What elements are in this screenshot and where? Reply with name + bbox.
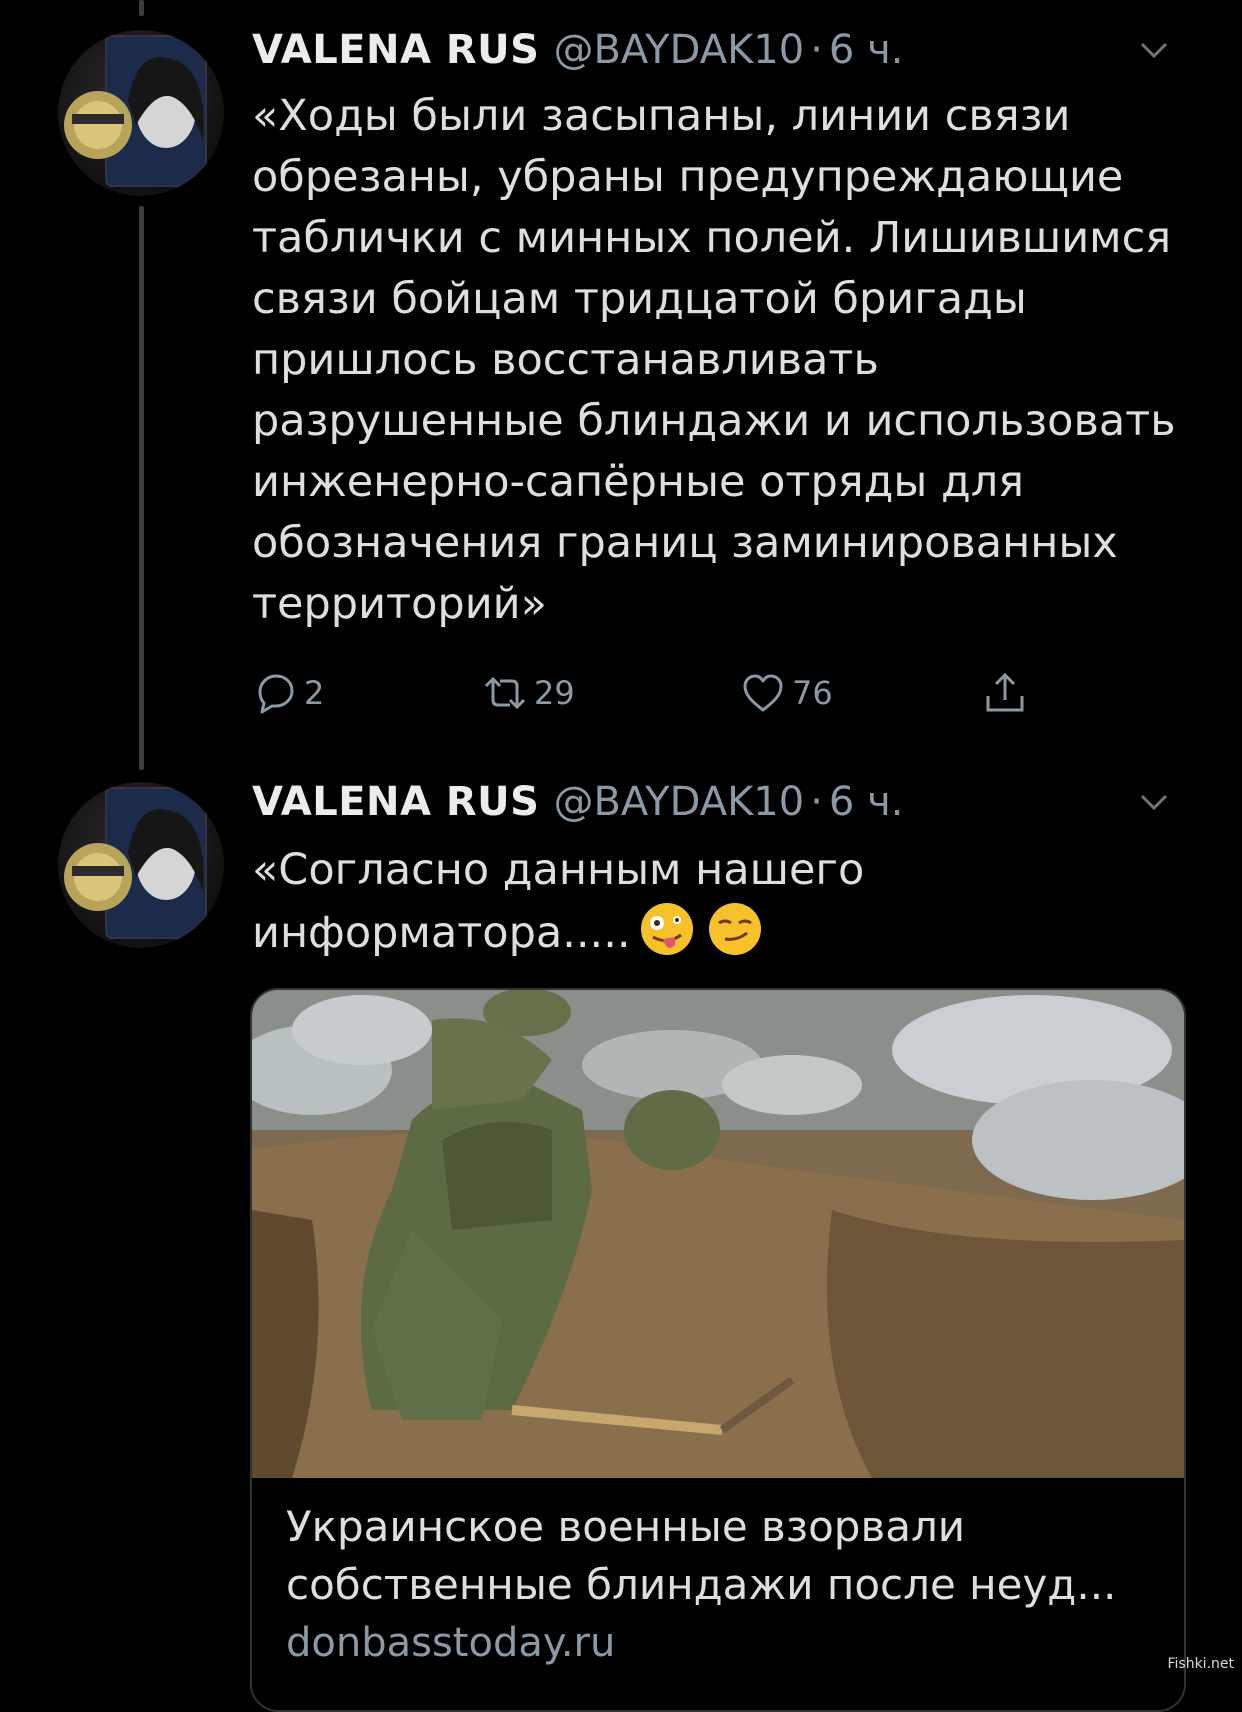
- retweet-button[interactable]: 29: [482, 666, 575, 720]
- separator: ·: [810, 27, 823, 73]
- tweet-header: VALENA RUS @BAYDAK10 · 6 ч.: [252, 772, 903, 832]
- tweet-text: «Согласно данным нашего информатора.....: [252, 840, 1192, 964]
- display-name[interactable]: VALENA RUS: [252, 27, 539, 73]
- user-handle[interactable]: @BAYDAK10: [553, 779, 804, 825]
- tweet-header: VALENA RUS @BAYDAK10 · 6 ч.: [252, 20, 903, 80]
- tweet-text: «Ходы были засыпаны, линии связи обрезан…: [252, 91, 1176, 629]
- zany-face-emoji-icon: [640, 903, 693, 955]
- share-button[interactable]: [982, 666, 1034, 720]
- thread-line: [139, 206, 144, 770]
- watermark: Fishki.net: [1167, 1656, 1234, 1672]
- like-count: 76: [792, 674, 833, 712]
- timestamp[interactable]: 6 ч.: [829, 27, 904, 73]
- chevron-down-icon[interactable]: [1136, 784, 1172, 820]
- like-icon: [743, 674, 783, 712]
- timestamp[interactable]: 6 ч.: [829, 779, 904, 825]
- card-image: [252, 990, 1184, 1478]
- card-domain[interactable]: donbasstoday.ru: [286, 1620, 615, 1666]
- display-name[interactable]: VALENA RUS: [252, 779, 539, 825]
- card-title[interactable]: Украинское военные взорвали собственные …: [286, 1498, 1156, 1614]
- reply-count: 2: [304, 674, 325, 712]
- tweet-text-content: «Согласно данным нашего информатора.....: [252, 845, 865, 958]
- thread-line-top: [139, 0, 144, 16]
- link-card[interactable]: Украинское военные взорвали собственные …: [250, 988, 1186, 1712]
- chevron-down-icon[interactable]: [1136, 32, 1172, 68]
- reply-icon: [258, 674, 294, 714]
- retweet-count: 29: [534, 674, 575, 712]
- smirking-face-emoji-icon: [708, 903, 761, 955]
- reply-button[interactable]: 2: [252, 666, 324, 720]
- tweet-actions: 2 29 76: [252, 666, 1072, 720]
- retweet-icon: [484, 676, 526, 710]
- avatar[interactable]: [58, 782, 224, 948]
- share-icon: [986, 672, 1024, 712]
- separator: ·: [810, 779, 823, 825]
- like-button[interactable]: 76: [740, 666, 833, 720]
- avatar[interactable]: [58, 30, 224, 196]
- user-handle[interactable]: @BAYDAK10: [553, 27, 804, 73]
